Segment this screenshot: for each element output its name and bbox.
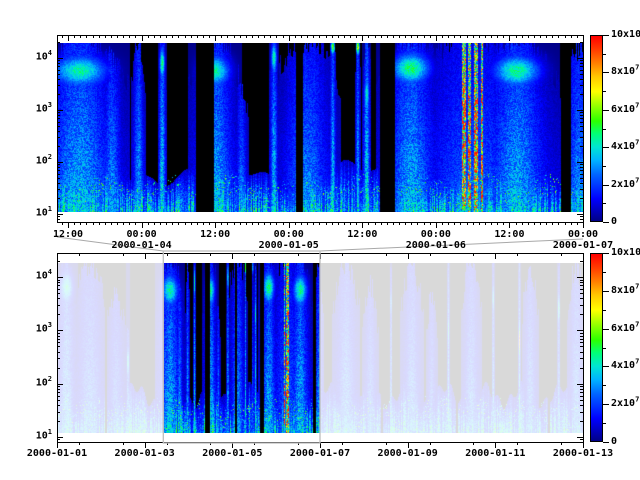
x-tick-label: 12:00 — [347, 230, 377, 240]
x-tick-label: 12:00 — [494, 230, 524, 240]
context-panel-colorbar-ticks — [603, 254, 609, 443]
x-tick-label: 12:00 — [53, 230, 83, 240]
detail-colorbar — [590, 35, 603, 222]
x-tick-date-label: 2000-01-01 — [27, 449, 87, 459]
detail-spectrogram-canvas — [57, 43, 583, 212]
x-tick-date-label: 2000-01-09 — [378, 449, 438, 459]
x-tick-date-label: 2000-01-13 — [553, 449, 613, 459]
y-tick-label: 104 — [36, 53, 52, 63]
x-tick-date-label: 2000-01-05 — [259, 241, 319, 251]
y-tick-label: 104 — [36, 272, 52, 282]
colorbar-tick-label: 6x107 — [611, 324, 639, 334]
x-tick-date-label: 2000-01-05 — [202, 449, 262, 459]
y-tick-label: 101 — [36, 432, 52, 442]
x-tick-label: 00:00 — [421, 230, 451, 240]
x-tick-date-label: 2000-01-03 — [115, 449, 175, 459]
colorbar-tick-label: 0 — [611, 217, 617, 227]
colorbar-tick-label: 4x107 — [611, 142, 639, 152]
x-tick-date-label: 2000-01-04 — [111, 241, 171, 251]
colorbar-tick-label: 10x107 — [611, 248, 640, 258]
x-tick-date-label: 2000-01-07 — [553, 241, 613, 251]
y-tick-label: 102 — [36, 157, 52, 167]
y-tick-label: 103 — [36, 105, 52, 115]
context-colorbar — [590, 253, 603, 442]
x-tick-label: 00:00 — [127, 230, 157, 240]
y-tick-label: 102 — [36, 378, 52, 388]
colorbar-tick-label: 2x107 — [611, 399, 639, 409]
spectrogram-figure: 12:0000:002000-01-0412:0000:002000-01-05… — [0, 0, 640, 480]
x-tick-label: 00:00 — [274, 230, 304, 240]
colorbar-tick-label: 4x107 — [611, 361, 639, 371]
colorbar-tick-label: 6x107 — [611, 105, 639, 115]
colorbar-tick-label: 10x107 — [611, 30, 640, 40]
x-tick-label: 12:00 — [200, 230, 230, 240]
colorbar-tick-label: 2x107 — [611, 180, 639, 190]
detail-panel-colorbar-ticks — [603, 36, 609, 223]
colorbar-tick-label: 0 — [611, 437, 617, 447]
x-tick-label: 00:00 — [568, 230, 598, 240]
context-spectrogram-canvas — [57, 263, 583, 433]
x-tick-date-label: 2000-01-11 — [465, 449, 525, 459]
y-tick-label: 103 — [36, 325, 52, 335]
y-tick-label: 101 — [36, 209, 52, 219]
x-tick-date-label: 2000-01-06 — [406, 241, 466, 251]
colorbar-tick-label: 8x107 — [611, 67, 639, 77]
colorbar-tick-label: 8x107 — [611, 286, 639, 296]
x-tick-date-label: 2000-01-07 — [290, 449, 350, 459]
